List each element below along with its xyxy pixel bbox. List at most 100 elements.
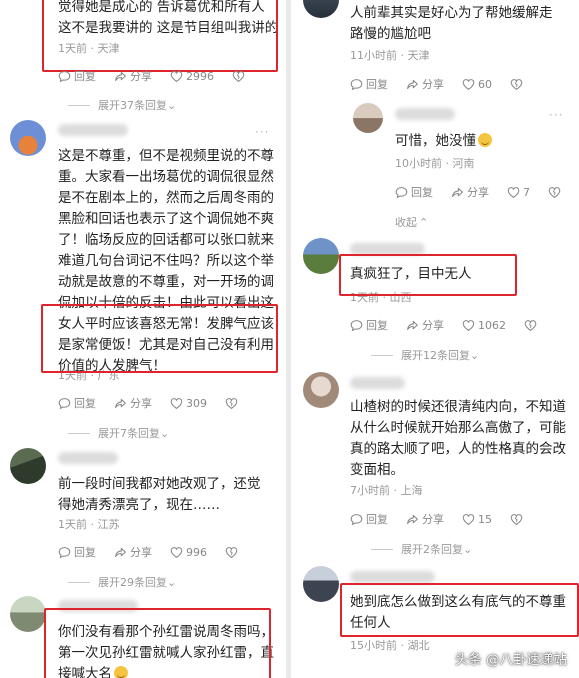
heart-icon (170, 70, 183, 83)
broken-heart-icon (232, 70, 245, 83)
more-dots-icon[interactable]: ··· (255, 125, 269, 139)
collapse-replies-link[interactable]: 收起 ⌃ (395, 214, 428, 230)
share-button[interactable]: 分享 (406, 317, 444, 333)
comment-text: 可惜，她没懂 (395, 131, 565, 152)
chevron-down-icon: ⌄ (463, 542, 473, 556)
share-arrow-icon (406, 78, 419, 91)
reply-button[interactable]: 回复 (350, 511, 388, 527)
share-arrow-icon (406, 319, 419, 332)
like-button[interactable]: 60 (462, 78, 492, 91)
reply-bubble-icon (58, 546, 71, 559)
avatar[interactable] (303, 0, 339, 18)
heart-icon (170, 397, 183, 410)
comment-actions: 回复 分享 996 (58, 544, 256, 560)
heart-icon (462, 513, 475, 526)
left-comment-column: 觉得她是成心的 告诉葛优和所有人 这不是我要讲的 这是节目组叫我讲的 1天前 ·… (0, 0, 286, 678)
like-button[interactable]: 309 (170, 397, 207, 410)
broken-heart-icon (524, 319, 537, 332)
comment-text: 人前辈其实是好心为了帮她缓解走路慢的尴尬吧 (350, 5, 553, 42)
dislike-button[interactable] (510, 78, 523, 91)
avatar[interactable] (353, 103, 383, 133)
comment-actions: 回复 分享 15 (350, 511, 541, 527)
expand-replies-link[interactable]: 展开2条回复 ⌄ (371, 541, 472, 557)
username-blurred[interactable] (395, 108, 455, 120)
avatar[interactable] (303, 238, 339, 274)
dislike-button[interactable] (225, 397, 238, 410)
more-dots-icon[interactable]: ··· (549, 108, 563, 122)
reply-bubble-icon (58, 70, 71, 83)
highlight-box (41, 304, 278, 373)
expand-replies-link[interactable]: 展开29条回复 ⌄ (68, 574, 176, 590)
share-button[interactable]: 分享 (114, 68, 152, 84)
share-button[interactable]: 分享 (114, 395, 152, 411)
chevron-down-icon: ⌄ (470, 348, 480, 362)
highlight-box (42, 0, 278, 72)
heart-icon (462, 319, 475, 332)
broken-heart-icon (225, 397, 238, 410)
like-button[interactable]: 15 (462, 513, 492, 526)
watermark: 头条 @八卦速递站 (454, 652, 567, 668)
reply-bubble-icon (395, 186, 408, 199)
reply-button[interactable]: 回复 (58, 68, 96, 84)
username-blurred[interactable] (58, 124, 128, 136)
laughing-emoji-icon (478, 133, 492, 147)
share-arrow-icon (451, 186, 464, 199)
comment-meta: 7小时前 · 上海 (350, 484, 423, 497)
reply-bubble-icon (58, 397, 71, 410)
dislike-button[interactable] (548, 186, 561, 199)
share-arrow-icon (114, 397, 127, 410)
reply-button[interactable]: 回复 (58, 544, 96, 560)
dislike-button[interactable] (232, 70, 245, 83)
expand-replies-link[interactable]: 展开37条回复 ⌄ (68, 97, 176, 113)
like-button[interactable]: 7 (507, 186, 530, 199)
reply-bubble-icon (350, 513, 363, 526)
share-button[interactable]: 分享 (406, 511, 444, 527)
avatar[interactable] (10, 596, 46, 632)
dislike-button[interactable] (510, 513, 523, 526)
share-button[interactable]: 分享 (406, 76, 444, 92)
comment-meta: 1天前 · 江苏 (58, 518, 120, 531)
avatar[interactable] (303, 372, 339, 408)
share-arrow-icon (114, 70, 127, 83)
reply-button[interactable]: 回复 (350, 317, 388, 333)
like-button[interactable]: 1062 (462, 319, 506, 332)
share-button[interactable]: 分享 (451, 184, 489, 200)
comment-meta: 10小时前 · 河南 (395, 157, 475, 170)
comment-actions: 回复 分享 1062 (350, 317, 555, 333)
comment-actions: 回复 分享 60 (350, 76, 541, 92)
highlight-box (44, 608, 271, 678)
reply-button[interactable]: 回复 (58, 395, 96, 411)
comment-actions: 回复 分享 7 (395, 184, 579, 200)
like-button[interactable]: 996 (170, 546, 207, 559)
share-button[interactable]: 分享 (114, 544, 152, 560)
expand-replies-link[interactable]: 展开7条回复 ⌄ (68, 425, 169, 441)
avatar[interactable] (10, 120, 46, 156)
share-arrow-icon (114, 546, 127, 559)
chevron-down-icon: ⌄ (160, 426, 170, 440)
expand-replies-link[interactable]: 展开12条回复 ⌄ (371, 347, 479, 363)
dislike-button[interactable] (524, 319, 537, 332)
username-blurred[interactable] (350, 377, 405, 389)
highlight-box (340, 583, 579, 637)
highlight-box (339, 254, 517, 296)
username-blurred[interactable] (350, 571, 435, 583)
avatar[interactable] (303, 566, 339, 602)
comment-meta: 15小时前 · 湖北 (350, 639, 430, 652)
username-blurred[interactable] (58, 452, 118, 464)
dislike-button[interactable] (225, 546, 238, 559)
avatar[interactable] (10, 448, 46, 484)
comment-actions: 回复 分享 309 (58, 395, 256, 411)
broken-heart-icon (225, 546, 238, 559)
comment-actions: 回复 分享 2996 (58, 68, 263, 84)
like-button[interactable]: 2996 (170, 70, 214, 83)
reply-button[interactable]: 回复 (395, 184, 433, 200)
heart-icon (462, 78, 475, 91)
heart-icon (170, 546, 183, 559)
right-comment-column: 人前辈其实是好心为了帮她缓解走路慢的尴尬吧 11小时前 · 天津 回复 分享 6… (291, 0, 579, 678)
share-arrow-icon (406, 513, 419, 526)
comment-meta: 11小时前 · 天津 (350, 49, 430, 62)
reply-button[interactable]: 回复 (350, 76, 388, 92)
broken-heart-icon (510, 513, 523, 526)
broken-heart-icon (548, 186, 561, 199)
chevron-down-icon: ⌄ (167, 98, 177, 112)
